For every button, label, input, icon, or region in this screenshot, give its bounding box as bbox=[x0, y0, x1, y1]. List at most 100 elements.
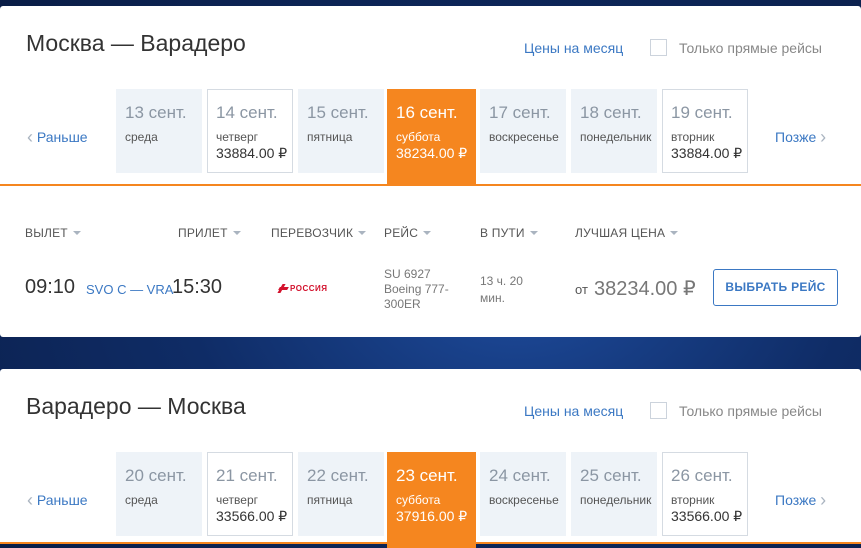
later-label: Позже bbox=[775, 129, 817, 145]
best-price: 38234.00 ₽ bbox=[594, 278, 696, 300]
weekday-label: вторник bbox=[671, 130, 715, 144]
date-option-selected[interactable]: 16 сент. суббота 38234.00 ₽ bbox=[387, 89, 476, 185]
chevron-left-icon: ‹ bbox=[27, 490, 33, 510]
aircraft-type: Boeing 777-300ER bbox=[384, 282, 449, 311]
weekday-label: среда bbox=[125, 493, 158, 507]
flight-duration: 13 ч. 20 мин. bbox=[480, 274, 523, 305]
date-option[interactable]: 26 сент. вторник 33566.00 ₽ bbox=[662, 452, 748, 536]
date-option-selected[interactable]: 23 сент. суббота 37916.00 ₽ bbox=[387, 452, 476, 548]
weekday-label: суббота bbox=[396, 493, 441, 507]
column-header-label: ВЫЛЕТ bbox=[25, 226, 68, 240]
price-prefix: от bbox=[575, 282, 588, 297]
direct-only-label[interactable]: Только прямые рейсы bbox=[679, 40, 822, 56]
date-label: 26 сент. bbox=[671, 466, 733, 485]
select-flight-button[interactable]: ВЫБРАТЬ РЕЙС bbox=[713, 269, 838, 306]
sort-departure[interactable]: ВЫЛЕТ bbox=[25, 226, 81, 240]
route-title: Москва — Варадеро bbox=[26, 30, 246, 56]
column-header-label: ПРИЛЕТ bbox=[178, 226, 228, 240]
weekday-label: пятница bbox=[307, 130, 353, 144]
flight-results-card: ВЫЛЕТ ПРИЛЕТ ПЕРЕВОЗЧИК РЕЙС В ПУТИ ЛУЧШ… bbox=[0, 184, 861, 337]
sort-carrier[interactable]: ПЕРЕВОЗЧИК bbox=[271, 226, 367, 240]
date-label: 19 сент. bbox=[671, 103, 733, 122]
aeroflot-logo-icon bbox=[279, 284, 288, 293]
date-price: 33884.00 ₽ bbox=[671, 145, 743, 161]
date-label: 18 сент. bbox=[580, 103, 642, 122]
earlier-label: Раньше bbox=[36, 129, 88, 145]
airline-logo: РОССИЯ bbox=[279, 284, 328, 293]
airline-name: РОССИЯ bbox=[290, 284, 328, 293]
date-option[interactable]: 17 сент. воскресенье bbox=[480, 89, 566, 173]
date-label: 13 сент. bbox=[125, 103, 187, 122]
weekday-label: вторник bbox=[671, 493, 715, 507]
sort-caret-icon bbox=[529, 230, 538, 235]
date-price: 38234.00 ₽ bbox=[396, 145, 468, 161]
weekday-label: четверг bbox=[216, 493, 258, 507]
date-label: 21 сент. bbox=[216, 466, 278, 485]
later-dates-button[interactable]: Позже › bbox=[775, 489, 826, 510]
date-price: 37916.00 ₽ bbox=[396, 508, 468, 524]
chevron-left-icon: ‹ bbox=[27, 127, 33, 147]
weekday-label: суббота bbox=[396, 130, 441, 144]
month-prices-link[interactable]: Цены на месяц bbox=[524, 403, 623, 419]
weekday-label: четверг bbox=[216, 130, 258, 144]
date-option[interactable]: 14 сент. четверг 33884.00 ₽ bbox=[207, 89, 293, 173]
route-codes-link[interactable]: SVO C — VRA bbox=[86, 282, 173, 297]
date-option[interactable]: 21 сент. четверг 33566.00 ₽ bbox=[207, 452, 293, 536]
sort-best-price[interactable]: ЛУЧШАЯ ЦЕНА bbox=[575, 226, 679, 240]
date-option[interactable]: 25 сент. понедельник bbox=[571, 452, 657, 536]
outbound-card: Москва — Варадеро Цены на месяц Только п… bbox=[0, 6, 861, 185]
earlier-dates-button[interactable]: ‹ Раньше bbox=[27, 489, 88, 510]
date-label: 17 сент. bbox=[489, 103, 551, 122]
date-price: 33566.00 ₽ bbox=[671, 508, 743, 524]
date-label: 25 сент. bbox=[580, 466, 642, 485]
arrival-time: 15:30 bbox=[172, 276, 223, 298]
direct-only-checkbox[interactable] bbox=[650, 39, 667, 56]
weekday-label: понедельник bbox=[580, 130, 652, 144]
sort-duration[interactable]: В ПУТИ bbox=[480, 226, 538, 240]
inbound-card: Варадеро — Москва Цены на месяц Только п… bbox=[0, 369, 861, 548]
weekday-label: воскресенье bbox=[489, 493, 559, 507]
date-label: 24 сент. bbox=[489, 466, 551, 485]
departure-time: 09:10 bbox=[25, 276, 76, 298]
date-label: 22 сент. bbox=[307, 466, 369, 485]
route-title: Варадеро — Москва bbox=[26, 393, 246, 419]
weekday-label: среда bbox=[125, 130, 158, 144]
weekday-label: пятница bbox=[307, 493, 353, 507]
date-label: 16 сент. bbox=[396, 103, 458, 122]
column-header-label: ЛУЧШАЯ ЦЕНА bbox=[575, 226, 666, 240]
date-option[interactable]: 24 сент. воскресенье bbox=[480, 452, 566, 536]
direct-only-label[interactable]: Только прямые рейсы bbox=[679, 403, 822, 419]
date-option[interactable]: 20 сент. среда bbox=[116, 452, 202, 536]
sort-caret-icon bbox=[423, 230, 432, 235]
date-option[interactable]: 19 сент. вторник 33884.00 ₽ bbox=[662, 89, 748, 173]
date-option[interactable]: 13 сент. среда bbox=[116, 89, 202, 173]
sort-caret-icon bbox=[670, 230, 679, 235]
date-price: 33884.00 ₽ bbox=[216, 145, 288, 161]
flight-number: SU 6927 bbox=[384, 267, 431, 281]
sort-arrival[interactable]: ПРИЛЕТ bbox=[178, 226, 241, 240]
sort-flight[interactable]: РЕЙС bbox=[384, 226, 432, 240]
date-option[interactable]: 15 сент. пятница bbox=[298, 89, 384, 173]
column-header-label: В ПУТИ bbox=[480, 226, 525, 240]
chevron-right-icon: › bbox=[820, 127, 827, 147]
sort-caret-icon bbox=[358, 230, 367, 235]
date-option[interactable]: 18 сент. понедельник bbox=[571, 89, 657, 173]
sort-caret-icon bbox=[232, 230, 241, 235]
date-label: 15 сент. bbox=[307, 103, 369, 122]
date-label: 20 сент. bbox=[125, 466, 187, 485]
weekday-label: понедельник bbox=[580, 493, 652, 507]
date-price: 33566.00 ₽ bbox=[216, 508, 288, 524]
chevron-right-icon: › bbox=[820, 490, 827, 510]
earlier-label: Раньше bbox=[36, 492, 88, 508]
earlier-dates-button[interactable]: ‹ Раньше bbox=[27, 126, 88, 147]
date-option[interactable]: 22 сент. пятница bbox=[298, 452, 384, 536]
direct-only-checkbox[interactable] bbox=[650, 402, 667, 419]
column-header-label: РЕЙС bbox=[384, 226, 419, 240]
later-dates-button[interactable]: Позже › bbox=[775, 126, 826, 147]
column-header-label: ПЕРЕВОЗЧИК bbox=[271, 226, 354, 240]
date-label: 14 сент. bbox=[216, 103, 278, 122]
month-prices-link[interactable]: Цены на месяц bbox=[524, 40, 623, 56]
date-label: 23 сент. bbox=[396, 466, 458, 485]
later-label: Позже bbox=[775, 492, 817, 508]
weekday-label: воскресенье bbox=[489, 130, 559, 144]
